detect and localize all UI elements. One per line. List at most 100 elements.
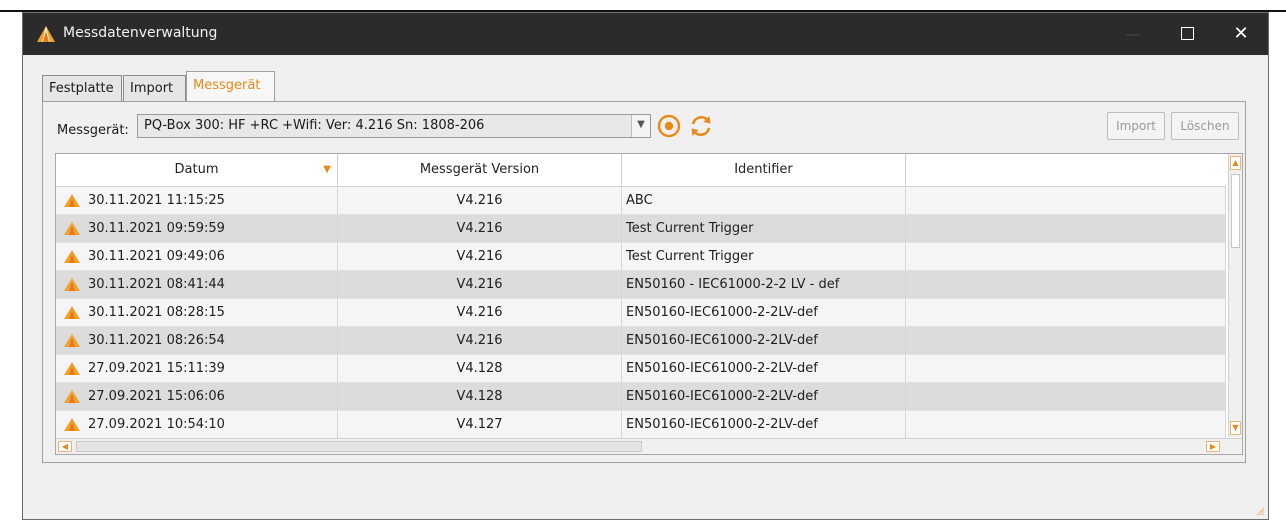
app-logo-icon	[37, 26, 55, 42]
cell-identifier: EN50160 - IEC61000-2-2 LV - def	[622, 271, 906, 298]
close-icon: ✕	[1233, 23, 1249, 44]
cell-identifier: EN50160-IEC61000-2-2LV-def	[622, 383, 906, 410]
measurement-file-icon	[64, 250, 80, 263]
table-header: Datum ▼ Messgerät Version Identifier	[56, 154, 1226, 187]
column-header-identifier[interactable]: Identifier	[622, 154, 906, 186]
table-row[interactable]: 30.11.2021 11:15:25 V4.216 ABC	[56, 187, 1226, 215]
table-row[interactable]: 30.11.2021 09:49:06 V4.216 Test Current …	[56, 243, 1226, 271]
measurement-file-icon	[64, 362, 80, 375]
cell-datum: 30.11.2021 11:15:25	[56, 187, 338, 214]
cell-datum: 30.11.2021 08:26:54	[56, 327, 338, 354]
device-select-value: PQ-Box 300: HF +RC +Wifi: Ver: 4.216 Sn:…	[144, 118, 485, 133]
cell-empty	[906, 355, 1226, 382]
measurement-file-icon	[64, 334, 80, 347]
cell-datum: 27.09.2021 15:11:39	[56, 355, 338, 382]
cell-identifier: EN50160-IEC61000-2-2LV-def	[622, 327, 906, 354]
datum-text: 30.11.2021 08:28:15	[88, 305, 225, 320]
chevron-down-icon[interactable]: ▼	[631, 115, 650, 137]
datum-text: 27.09.2021 15:11:39	[88, 361, 225, 376]
tab-festplatte[interactable]: Festplatte	[42, 75, 122, 101]
vertical-scroll-thumb[interactable]	[1231, 174, 1240, 248]
horizontal-scrollbar[interactable]: ◀ ▶	[56, 438, 1242, 454]
cell-empty	[906, 411, 1226, 438]
cell-empty	[906, 215, 1226, 242]
sort-descending-icon: ▼	[323, 164, 331, 175]
scroll-up-icon[interactable]: ▲	[1230, 156, 1241, 170]
measurement-file-icon	[64, 278, 80, 291]
table-body: 30.11.2021 11:15:25 V4.216 ABC 30.11.202…	[56, 187, 1226, 439]
cell-version: V4.216	[338, 187, 622, 214]
close-button[interactable]: ✕	[1218, 13, 1264, 55]
maximize-icon	[1180, 26, 1194, 40]
datum-text: 27.09.2021 15:06:06	[88, 389, 225, 404]
cell-identifier: EN50160-IEC61000-2-2LV-def	[622, 355, 906, 382]
column-header-label: Datum	[174, 162, 219, 177]
cell-empty	[906, 243, 1226, 270]
cell-datum: 30.11.2021 08:41:44	[56, 271, 338, 298]
tab-import[interactable]: Import	[123, 75, 186, 101]
table-row[interactable]: 27.09.2021 15:11:39 V4.128 EN50160-IEC61…	[56, 355, 1226, 383]
cell-identifier: ABC	[622, 187, 906, 214]
measurement-file-icon	[64, 306, 80, 319]
record-icon[interactable]	[657, 114, 681, 138]
cell-version: V4.216	[338, 215, 622, 242]
cell-identifier: Test Current Trigger	[622, 243, 906, 270]
table-row[interactable]: 30.11.2021 08:28:15 V4.216 EN50160-IEC61…	[56, 299, 1226, 327]
cell-version: V4.128	[338, 355, 622, 382]
refresh-icon[interactable]	[688, 113, 714, 139]
datum-text: 30.11.2021 08:26:54	[88, 333, 225, 348]
datum-text: 30.11.2021 09:49:06	[88, 249, 225, 264]
title-bar[interactable]: Messdatenverwaltung — ✕	[23, 13, 1268, 55]
tab-panel-messgeraet: Messgerät: PQ-Box 300: HF +RC +Wifi: Ver…	[42, 101, 1246, 463]
cell-version: V4.216	[338, 299, 622, 326]
cell-datum: 30.11.2021 09:49:06	[56, 243, 338, 270]
device-select[interactable]: PQ-Box 300: HF +RC +Wifi: Ver: 4.216 Sn:…	[137, 114, 651, 138]
tab-messgeraet[interactable]: Messgerät	[186, 71, 275, 101]
cell-version: V4.127	[338, 411, 622, 438]
cell-version: V4.216	[338, 271, 622, 298]
screen-top-edge	[0, 0, 1286, 12]
measurement-file-icon	[64, 222, 80, 235]
datum-text: 30.11.2021 11:15:25	[88, 193, 225, 208]
table-row[interactable]: 27.09.2021 10:54:10 V4.127 EN50160-IEC61…	[56, 411, 1226, 439]
measurement-table: Datum ▼ Messgerät Version Identifier 30.…	[55, 153, 1243, 455]
cell-empty	[906, 383, 1226, 410]
cell-identifier: EN50160-IEC61000-2-2LV-def	[622, 299, 906, 326]
cell-datum: 30.11.2021 09:59:59	[56, 215, 338, 242]
measurement-file-icon	[64, 194, 80, 207]
table-row[interactable]: 27.09.2021 15:06:06 V4.128 EN50160-IEC61…	[56, 383, 1226, 411]
resize-grip-icon[interactable]	[1255, 506, 1265, 516]
delete-button[interactable]: Löschen	[1171, 112, 1239, 140]
cell-version: V4.216	[338, 243, 622, 270]
table-row[interactable]: 30.11.2021 08:41:44 V4.216 EN50160 - IEC…	[56, 271, 1226, 299]
cell-datum: 27.09.2021 10:54:10	[56, 411, 338, 438]
maximize-button[interactable]	[1164, 13, 1210, 55]
cell-empty	[906, 327, 1226, 354]
cell-empty	[906, 299, 1226, 326]
cell-version: V4.128	[338, 383, 622, 410]
column-header-version[interactable]: Messgerät Version	[338, 154, 622, 186]
cell-datum: 27.09.2021 15:06:06	[56, 383, 338, 410]
cell-version: V4.216	[338, 327, 622, 354]
scroll-down-icon[interactable]: ▼	[1230, 421, 1241, 435]
measurement-file-icon	[64, 418, 80, 431]
scroll-left-icon[interactable]: ◀	[58, 441, 72, 452]
vertical-scrollbar[interactable]: ▲ ▼	[1228, 154, 1242, 437]
datum-text: 30.11.2021 09:59:59	[88, 221, 225, 236]
main-window: Messdatenverwaltung — ✕ Festplatte Impor…	[22, 12, 1269, 520]
scroll-right-icon[interactable]: ▶	[1206, 441, 1220, 452]
measurement-file-icon	[64, 390, 80, 403]
table-row[interactable]: 30.11.2021 08:26:54 V4.216 EN50160-IEC61…	[56, 327, 1226, 355]
import-button[interactable]: Import	[1107, 112, 1165, 140]
cell-identifier: EN50160-IEC61000-2-2LV-def	[622, 411, 906, 438]
cell-empty	[906, 187, 1226, 214]
datum-text: 30.11.2021 08:41:44	[88, 277, 225, 292]
column-header-empty	[906, 154, 1226, 186]
device-label: Messgerät:	[57, 123, 129, 138]
column-header-datum[interactable]: Datum ▼	[56, 154, 338, 186]
window-title: Messdatenverwaltung	[63, 25, 218, 41]
datum-text: 27.09.2021 10:54:10	[88, 417, 225, 432]
table-row[interactable]: 30.11.2021 09:59:59 V4.216 Test Current …	[56, 215, 1226, 243]
minimize-button[interactable]: —	[1110, 13, 1156, 55]
horizontal-scroll-thumb[interactable]	[76, 441, 642, 452]
